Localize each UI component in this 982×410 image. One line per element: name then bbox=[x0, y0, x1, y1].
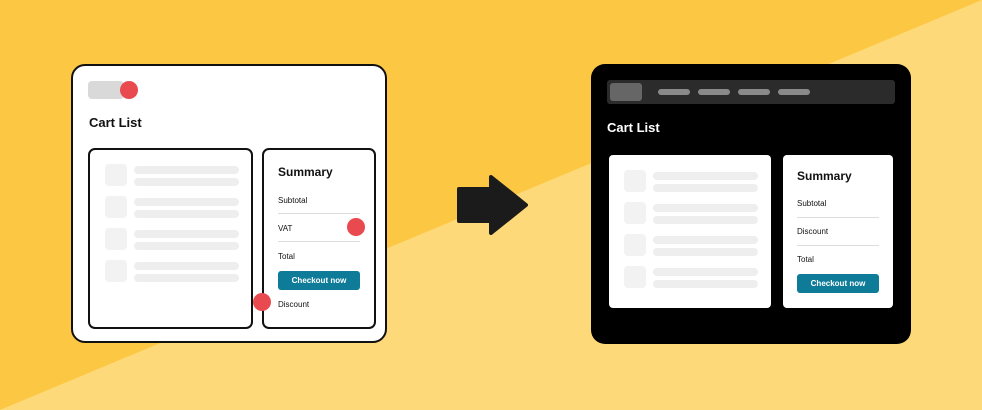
thumbnail bbox=[624, 266, 646, 288]
vat-label: VAT bbox=[278, 224, 293, 233]
header-placeholder bbox=[88, 81, 124, 99]
list-item[interactable] bbox=[105, 164, 239, 186]
checkout-button[interactable]: Checkout now bbox=[797, 274, 879, 293]
text-line bbox=[134, 274, 239, 282]
thumbnail bbox=[624, 170, 646, 192]
discount-label: Discount bbox=[797, 227, 829, 236]
list-item[interactable] bbox=[624, 170, 758, 192]
subtotal-label: Subtotal bbox=[797, 199, 827, 208]
logo-placeholder[interactable] bbox=[610, 83, 642, 101]
thumbnail bbox=[105, 164, 127, 186]
navbar bbox=[607, 80, 895, 104]
annotation-dot bbox=[347, 218, 365, 236]
thumbnail bbox=[105, 196, 127, 218]
text-line bbox=[134, 210, 239, 218]
list-item[interactable] bbox=[105, 228, 239, 250]
text-line bbox=[653, 236, 758, 244]
text-line bbox=[653, 268, 758, 276]
text-line bbox=[653, 172, 758, 180]
divider bbox=[278, 241, 360, 242]
annotation-dot bbox=[253, 293, 271, 311]
list-item[interactable] bbox=[105, 260, 239, 282]
after-mockup: Cart List Summary Subtotal Discount Tota… bbox=[591, 64, 911, 344]
thumbnail bbox=[105, 228, 127, 250]
text-line bbox=[653, 216, 758, 224]
nav-link[interactable] bbox=[698, 89, 730, 95]
text-line bbox=[134, 230, 239, 238]
divider bbox=[797, 217, 879, 218]
text-line bbox=[653, 184, 758, 192]
summary-panel: Summary Subtotal Discount Total Checkout… bbox=[783, 155, 893, 308]
thumbnail bbox=[624, 202, 646, 224]
text-line bbox=[134, 262, 239, 270]
page-title: Cart List bbox=[607, 120, 660, 135]
list-item[interactable] bbox=[624, 266, 758, 288]
text-line bbox=[653, 280, 758, 288]
list-item[interactable] bbox=[624, 234, 758, 256]
summary-title: Summary bbox=[278, 165, 333, 179]
checkout-button[interactable]: Checkout now bbox=[278, 271, 360, 290]
cart-list-panel bbox=[88, 148, 253, 329]
total-label: Total bbox=[278, 252, 295, 261]
text-line bbox=[134, 242, 239, 250]
text-line bbox=[134, 178, 239, 186]
cart-list-panel bbox=[609, 155, 771, 308]
text-line bbox=[653, 204, 758, 212]
thumbnail bbox=[105, 260, 127, 282]
page-title: Cart List bbox=[89, 115, 142, 130]
total-label: Total bbox=[797, 255, 814, 264]
arrow-right-icon bbox=[457, 175, 528, 235]
divider bbox=[797, 245, 879, 246]
list-item[interactable] bbox=[105, 196, 239, 218]
thumbnail bbox=[624, 234, 646, 256]
divider bbox=[278, 213, 360, 214]
text-line bbox=[653, 248, 758, 256]
text-line bbox=[134, 166, 239, 174]
annotation-dot bbox=[120, 81, 138, 99]
nav-link[interactable] bbox=[658, 89, 690, 95]
text-line bbox=[134, 198, 239, 206]
before-mockup: Cart List Summary Subtotal VAT Total Che… bbox=[71, 64, 387, 343]
summary-title: Summary bbox=[797, 169, 852, 183]
discount-label: Discount bbox=[278, 300, 310, 309]
nav-link[interactable] bbox=[738, 89, 770, 95]
summary-panel: Summary Subtotal VAT Total Checkout now … bbox=[262, 148, 376, 329]
list-item[interactable] bbox=[624, 202, 758, 224]
subtotal-label: Subtotal bbox=[278, 196, 308, 205]
nav-link[interactable] bbox=[778, 89, 810, 95]
